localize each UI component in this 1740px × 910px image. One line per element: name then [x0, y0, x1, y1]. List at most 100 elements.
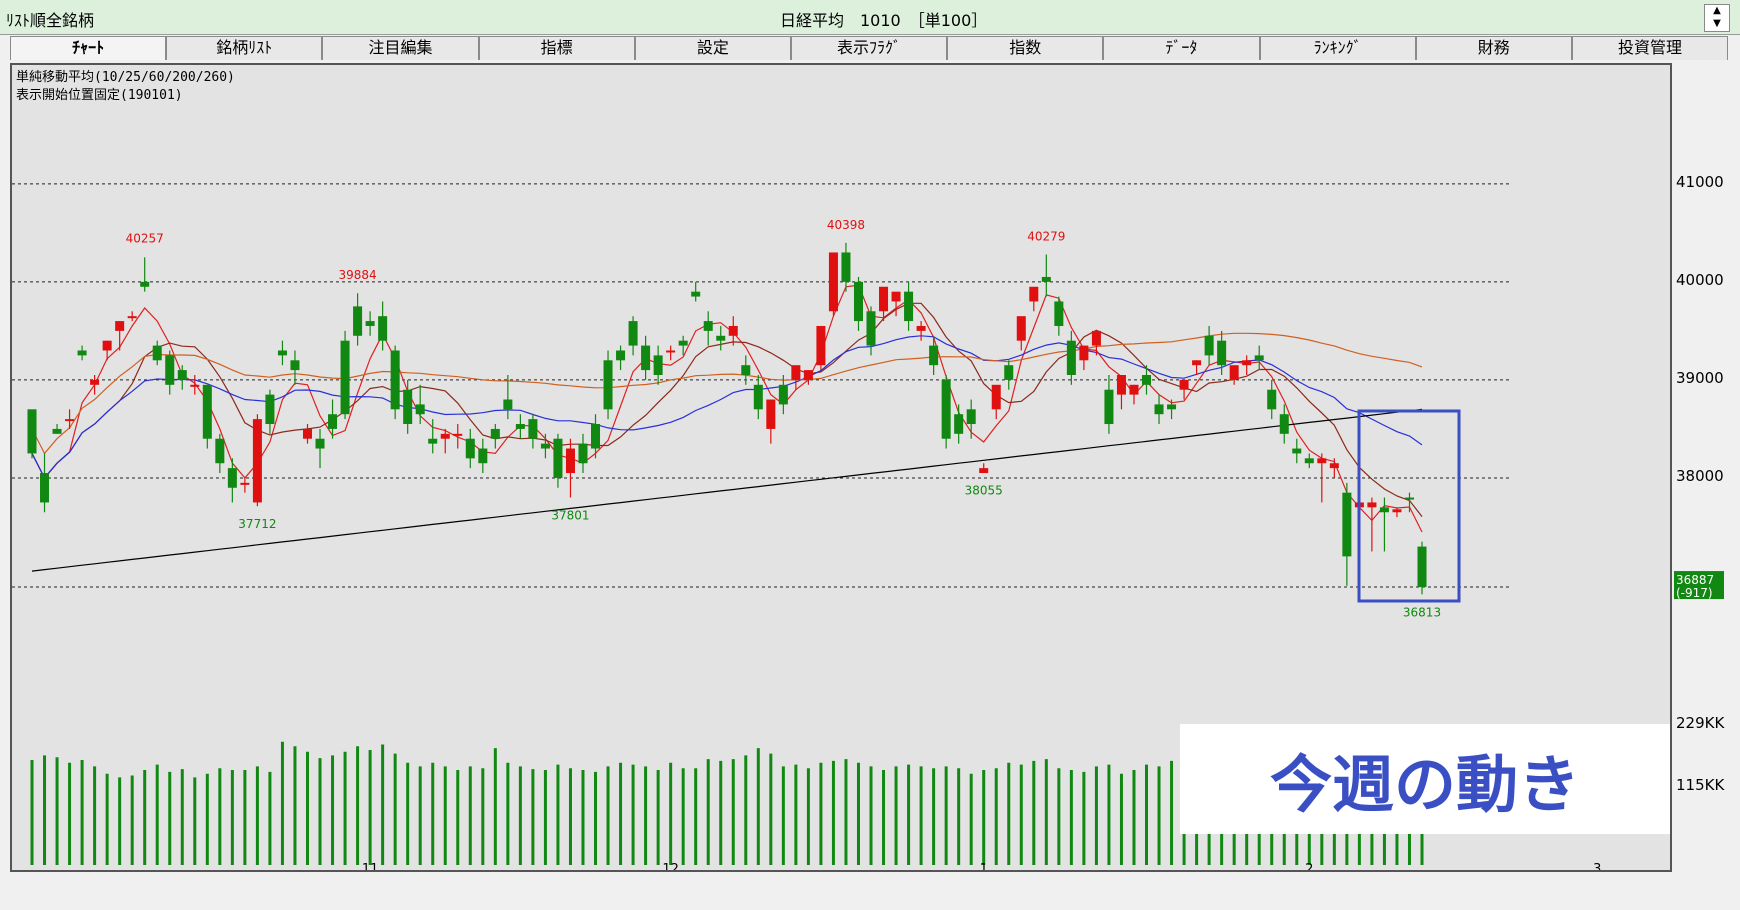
- month-label: 12: [662, 862, 679, 870]
- candle-body: [1154, 404, 1164, 415]
- candle-body: [1004, 365, 1014, 380]
- candle-body: [816, 325, 826, 366]
- candle-body: [1129, 384, 1139, 395]
- tab-9[interactable]: 財務: [1415, 36, 1572, 60]
- chart-info-line: 表示開始位置固定(190101): [16, 88, 183, 103]
- candle-body: [52, 428, 62, 434]
- candle-body: [403, 389, 413, 425]
- tab-6[interactable]: 指数: [947, 36, 1104, 60]
- candle-body: [378, 316, 388, 341]
- candle-body: [1016, 316, 1026, 341]
- candle-body: [1367, 502, 1377, 508]
- candle-body: [1292, 448, 1302, 454]
- candle-body: [515, 424, 525, 429]
- price-annotation: 38055: [965, 484, 1003, 498]
- candle-body: [1379, 507, 1389, 513]
- candle-body: [265, 394, 275, 425]
- candle-body: [328, 414, 338, 429]
- price-annotation: 40279: [1027, 230, 1065, 244]
- candle-body: [177, 370, 187, 380]
- candle-body: [1329, 463, 1339, 469]
- candle-body: [641, 345, 651, 371]
- candle-body: [1217, 340, 1227, 366]
- candle-body: [1029, 286, 1039, 302]
- candle-body: [716, 335, 726, 341]
- candle-body: [453, 433, 463, 436]
- this-week-caption: 今週の動き: [1180, 724, 1670, 834]
- candle-body: [728, 325, 738, 336]
- candle-body: [1242, 360, 1252, 366]
- candle-body: [791, 365, 801, 380]
- candle-body: [353, 306, 363, 336]
- tab-10[interactable]: 投資管理: [1571, 36, 1729, 60]
- candle-body: [1404, 497, 1414, 500]
- candle-body: [165, 355, 175, 385]
- price-tick-label: 38000: [1676, 467, 1724, 485]
- candle-body: [1054, 301, 1064, 326]
- spinner-up-icon[interactable]: ▲: [1705, 5, 1729, 18]
- tab-bar: ﾁｬｰﾄ 銘柄ﾘｽﾄ 注目編集 指標 設定 表示ﾌﾗｸﾞ 指数 ﾃﾞｰﾀ ﾗﾝｷﾝｸﾞ 財務 投資管…: [10, 36, 1729, 60]
- tab-7[interactable]: ﾃﾞｰﾀ: [1103, 36, 1260, 60]
- candle-body: [991, 384, 1001, 410]
- candle-body: [503, 399, 513, 410]
- candle-body: [415, 404, 425, 415]
- candle-body: [891, 291, 901, 302]
- price-annotation: 37712: [238, 517, 276, 531]
- price-tag: 36887(-917): [1674, 571, 1724, 600]
- tab-4[interactable]: 設定: [634, 36, 791, 60]
- candle-body: [578, 443, 588, 464]
- candle-body: [340, 340, 350, 415]
- tab-3[interactable]: 指標: [478, 36, 635, 60]
- candle-body: [277, 350, 287, 356]
- candle-body: [591, 424, 601, 449]
- candle-body: [979, 468, 989, 474]
- month-label: 1: [980, 862, 988, 870]
- candle-body: [916, 325, 926, 331]
- price-axis: 41000 40000 39000 38000 36887(-917) 229KK 115K…: [1674, 173, 1725, 794]
- tab-1[interactable]: 銘柄ﾘｽﾄ: [166, 36, 323, 60]
- candle-body: [553, 438, 563, 478]
- candle-body: [490, 428, 500, 439]
- candle-body: [27, 409, 37, 454]
- candle-body: [1204, 335, 1214, 356]
- title-bar: ﾘｽﾄ順全銘柄 日経平均 1010 ［単100］ ▲ ▼: [0, 0, 1740, 35]
- list-label[interactable]: ﾘｽﾄ順全銘柄: [6, 7, 94, 31]
- candle-body: [616, 350, 626, 361]
- this-week-text: 今週の動き: [1269, 748, 1580, 821]
- index-title: 日経平均 1010 ［単100］: [780, 11, 988, 30]
- candle-body: [666, 350, 676, 353]
- ma-line-10: [31, 284, 1423, 533]
- candle-body: [1229, 365, 1239, 380]
- candle-body: [966, 409, 976, 425]
- candle-body: [215, 438, 225, 464]
- spinner-down-icon[interactable]: ▼: [1705, 18, 1729, 31]
- tab-2[interactable]: 注目編集: [322, 36, 479, 60]
- candle-body: [1254, 355, 1264, 361]
- candle-body: [115, 321, 125, 331]
- candle-body: [954, 414, 964, 434]
- candle-body: [252, 419, 262, 503]
- candle-body: [1267, 389, 1277, 410]
- tab-8[interactable]: ﾗﾝｷﾝｸﾞ: [1259, 36, 1416, 60]
- tab-5[interactable]: 表示ﾌﾗｸﾞ: [790, 36, 948, 60]
- price-annotation: 39884: [338, 268, 376, 282]
- candle-body: [102, 340, 112, 351]
- candle-body: [841, 252, 851, 282]
- candle-body: [1079, 345, 1089, 361]
- month-label: 2: [1305, 862, 1313, 870]
- candle-body: [628, 321, 638, 346]
- candle-body: [127, 316, 137, 319]
- candle-body: [465, 438, 475, 459]
- candle-body: [778, 384, 788, 405]
- candle-body: [528, 419, 538, 439]
- candle-body: [302, 428, 313, 439]
- list-spinner[interactable]: ▲ ▼: [1704, 4, 1730, 32]
- candle-body: [653, 355, 663, 375]
- candle-body: [1104, 389, 1114, 425]
- candle-body: [703, 321, 713, 331]
- candle-body: [428, 438, 438, 444]
- volume-tick-label: 115KK: [1676, 776, 1725, 794]
- tab-0[interactable]: ﾁｬｰﾄ: [10, 36, 167, 60]
- price-tick-label: 41000: [1676, 173, 1724, 191]
- volume-tick-label: 229KK: [1676, 714, 1725, 732]
